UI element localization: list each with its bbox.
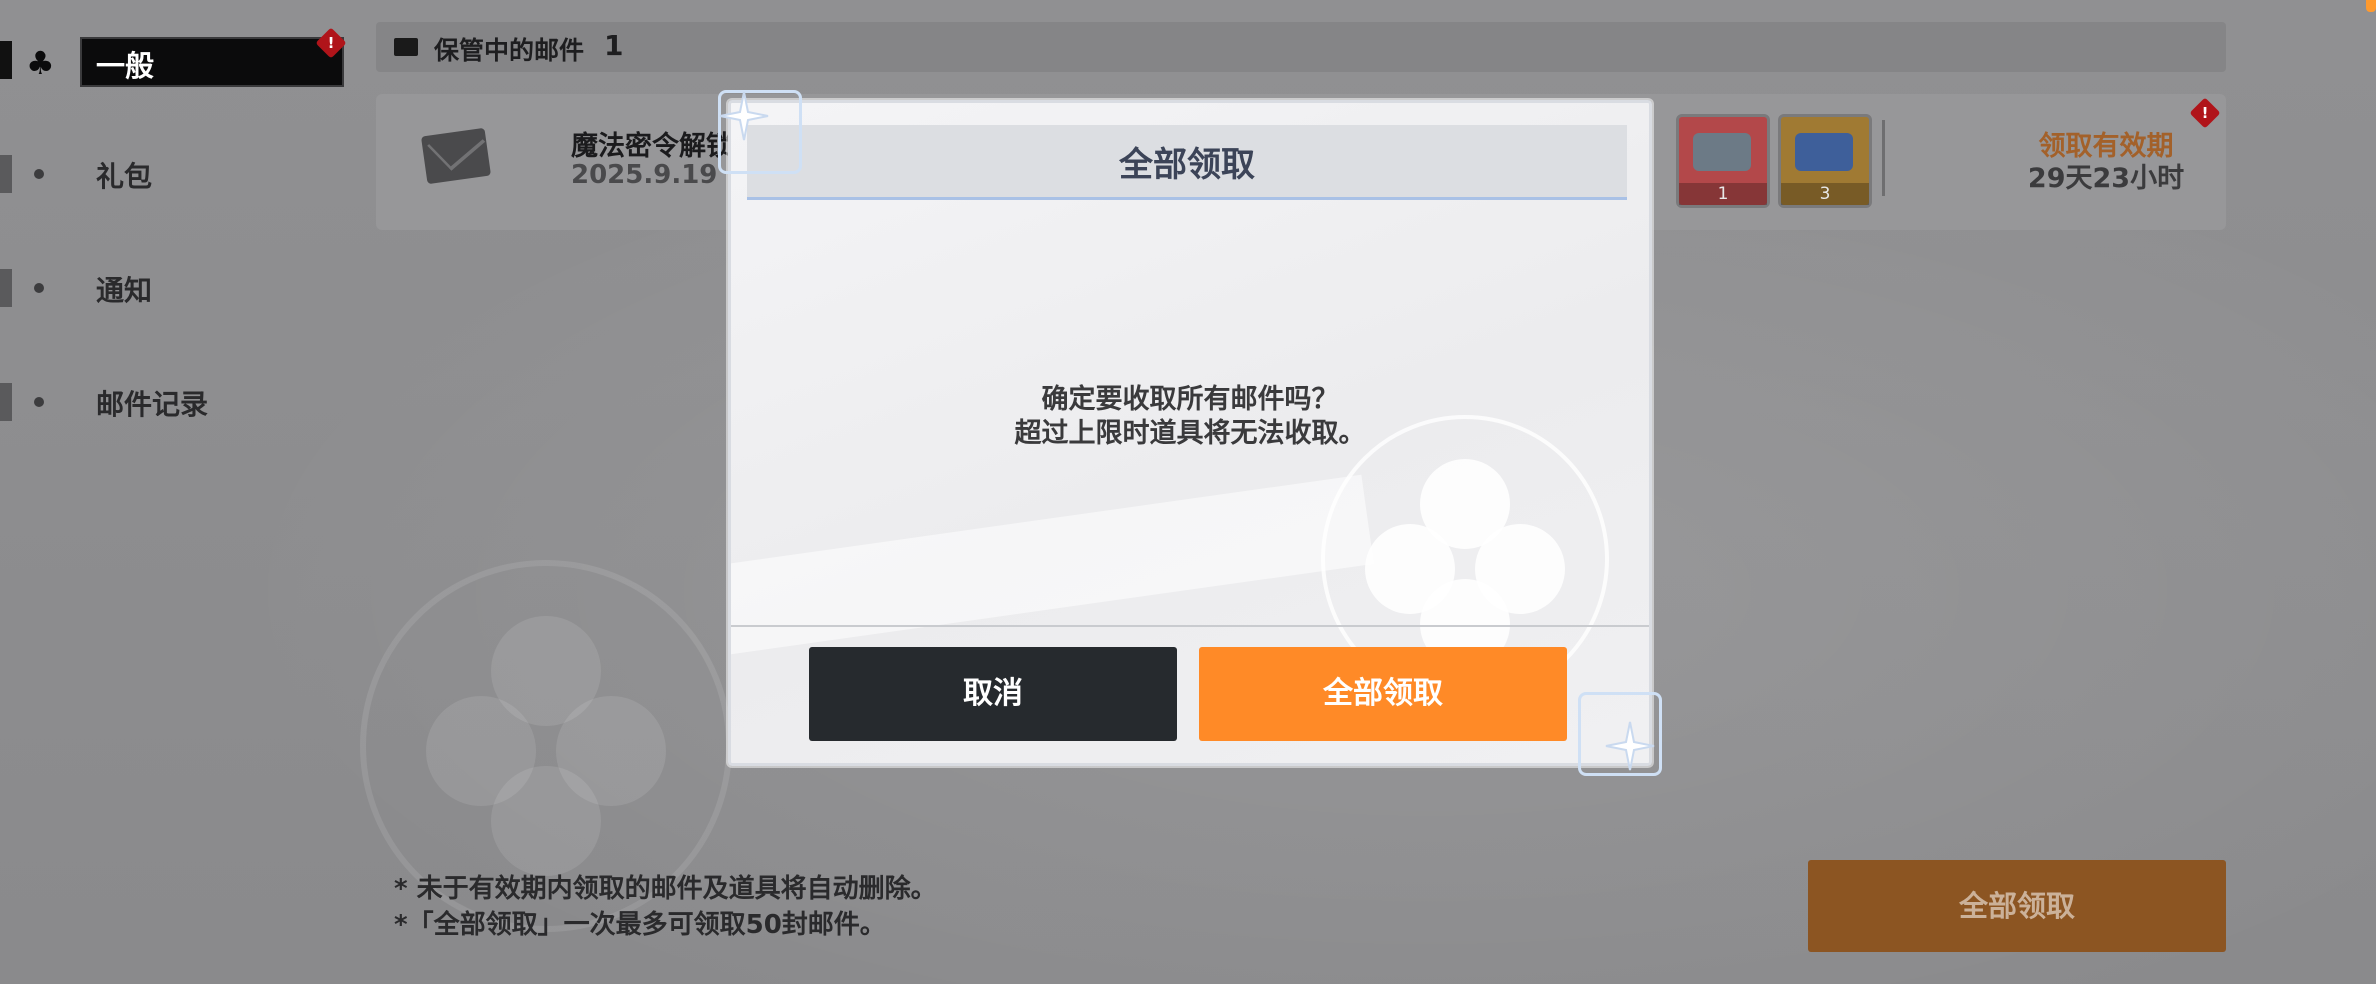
sidebar-item-gift[interactable]: 礼包: [0, 144, 300, 204]
sidebar-item-label: 邮件记录: [96, 388, 209, 421]
mail-list-title: 保管中的邮件: [434, 36, 585, 65]
sparkle-icon: [1605, 721, 1655, 771]
reward-item[interactable]: 3: [1778, 114, 1872, 208]
claim-all-button[interactable]: 全部领取: [1808, 860, 2226, 952]
dialog-message-line: 超过上限时道具将无法收取。: [1014, 418, 1366, 449]
sidebar-item-mail-log[interactable]: 邮件记录: [0, 372, 300, 432]
mail-date: 2025.9.19: [571, 160, 718, 190]
sidebar-item-general[interactable]: 一般: [80, 37, 344, 87]
scroll-indicator[interactable]: [2366, 0, 2376, 12]
ticket-blue-icon: [1795, 133, 1853, 171]
dialog-divider: [731, 625, 1649, 627]
reward-quantity: 1: [1679, 183, 1767, 205]
clover-icon: ♣: [26, 44, 55, 82]
sidebar-marker: [0, 155, 12, 193]
ticket-mask-icon: [1693, 133, 1751, 171]
bullet-icon: [34, 283, 44, 293]
decorative-stripe: [731, 474, 1374, 662]
sidebar-item-label: 礼包: [96, 160, 153, 193]
mail-list-header: 保管中的邮件 1: [376, 22, 2226, 72]
sidebar-item-notice[interactable]: 通知: [0, 258, 300, 318]
bullet-icon: [34, 169, 44, 179]
cancel-button[interactable]: 取消: [809, 647, 1177, 741]
envelope-icon: [394, 38, 418, 56]
reward-item[interactable]: 1: [1676, 114, 1770, 208]
expire-time: 29天23小时: [2027, 163, 2185, 194]
sidebar-marker: [0, 269, 12, 307]
bullet-icon: [34, 397, 44, 407]
dialog-title: 全部领取: [1119, 145, 1255, 185]
confirm-claim-all-button[interactable]: 全部领取: [1199, 647, 1567, 741]
mail-subject: 魔法密令解锁: [571, 131, 733, 162]
mail-count: 1: [604, 29, 624, 62]
mail-envelope-icon: [420, 127, 492, 185]
sidebar-item-label: 一般: [96, 49, 155, 83]
sparkle-icon: [719, 91, 769, 141]
sidebar-marker-general: [0, 41, 12, 79]
reward-quantity: 3: [1781, 183, 1869, 205]
alert-badge-icon: !: [2189, 97, 2221, 129]
footer-note: * 未于有效期内领取的邮件及道具将自动删除。: [394, 874, 937, 904]
footer-note: *「全部领取」一次最多可领取50封邮件。: [394, 910, 886, 940]
sidebar-marker: [0, 383, 12, 421]
alert-badge-icon: !: [315, 27, 347, 59]
divider: [1882, 120, 1885, 196]
sidebar-item-label: 通知: [96, 274, 153, 307]
dialog-header: 全部领取: [747, 125, 1627, 200]
confirm-dialog: 全部领取 确定要收取所有邮件吗？ 超过上限时道具将无法收取。 取消 全部领取: [728, 100, 1652, 766]
